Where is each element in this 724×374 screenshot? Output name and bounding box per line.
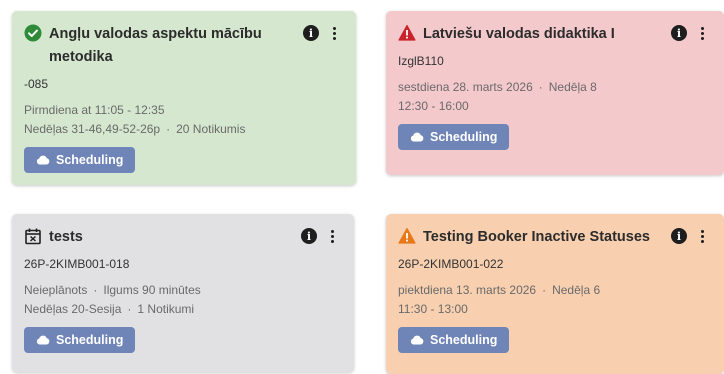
course-card[interactable]: Latviešu valodas didaktika I i IzglB110 … [386, 11, 724, 175]
card-header: Latviešu valodas didaktika I i [398, 23, 712, 46]
scheduling-button[interactable]: Scheduling [398, 327, 510, 353]
schedule-time: 11:30 - 13:00 [398, 302, 468, 316]
separator: · [93, 283, 98, 297]
warning-triangle-icon [398, 24, 416, 42]
schedule-weeks: Nedēļas 20-Sesija · 1 Notikumi [24, 300, 342, 319]
weeks-text: Nedēļas 20-Sesija [24, 302, 122, 316]
events-count: 1 Notikumi [137, 302, 195, 316]
date-text: sestdiena 28. marts 2026 [398, 80, 533, 94]
course-card[interactable]: Testing Booker Inactive Statuses i 26P-2… [386, 214, 724, 374]
events-count: 20 Notikumis [176, 122, 246, 136]
card-title[interactable]: Latviešu valodas didaktika I [423, 23, 615, 46]
info-icon[interactable]: i [671, 228, 687, 244]
course-card[interactable]: tests i 26P-2KIMB001-018 Neieplānots · Ilg… [12, 214, 354, 372]
scheduling-button-label: Scheduling [56, 333, 124, 347]
cloud-icon [36, 155, 50, 165]
course-code: IzglB110 [398, 54, 444, 68]
warning-triangle-icon [398, 227, 416, 245]
weeks-text: Nedēļas 31-46,49-52-26p [24, 122, 161, 136]
course-card[interactable]: Angļu valodas aspektu mācību metodika i … [12, 11, 356, 185]
info-icon[interactable]: i [301, 228, 317, 244]
separator: · [538, 80, 543, 94]
check-circle-icon [24, 24, 42, 42]
week-text: Nedēļa 8 [548, 80, 597, 94]
scheduling-button[interactable]: Scheduling [24, 327, 136, 353]
scheduling-button-label: Scheduling [430, 333, 498, 347]
more-options-icon[interactable] [699, 26, 706, 40]
card-title[interactable]: Testing Booker Inactive Statuses [423, 226, 650, 249]
separator: · [542, 283, 547, 297]
schedule-status: Neieplānots · Ilgums 90 minūtes [24, 281, 342, 300]
course-code: 26P-2KIMB001-018 [24, 257, 130, 271]
card-header: Angļu valodas aspektu mācību metodika i [24, 23, 344, 69]
course-code: 26P-2KIMB001-022 [398, 257, 504, 271]
duration-text: Ilgums 90 minūtes [103, 283, 201, 297]
info-icon[interactable]: i [671, 25, 687, 41]
week-text: Nedēļa 6 [552, 283, 601, 297]
scheduling-button[interactable]: Scheduling [24, 147, 136, 173]
separator: · [166, 122, 171, 136]
card-title[interactable]: Angļu valodas aspektu mācību metodika [49, 23, 290, 69]
more-options-icon[interactable] [329, 229, 336, 243]
course-code: -085 [24, 77, 49, 91]
cloud-icon [410, 335, 424, 345]
date-text: piektdiena 13. marts 2026 [398, 283, 537, 297]
scheduling-button[interactable]: Scheduling [398, 124, 510, 150]
scheduling-button-label: Scheduling [56, 153, 124, 167]
more-options-icon[interactable] [699, 229, 706, 243]
card-header: tests i [24, 226, 342, 249]
schedule-time: 12:30 - 16:00 [398, 99, 469, 113]
more-options-icon[interactable] [331, 26, 338, 40]
schedule-date: sestdiena 28. marts 2026 · Nedēļa 8 [398, 78, 712, 97]
card-title[interactable]: tests [49, 226, 83, 249]
cloud-icon [410, 132, 424, 142]
info-icon[interactable]: i [303, 25, 319, 41]
card-header: Testing Booker Inactive Statuses i [398, 226, 712, 249]
schedule-time: Pirmdiena at 11:05 - 12:35 [24, 103, 165, 117]
separator: · [127, 302, 132, 316]
schedule-date: piektdiena 13. marts 2026 · Nedēļa 6 [398, 281, 712, 300]
scheduling-button-label: Scheduling [430, 130, 498, 144]
calendar-x-icon [24, 227, 42, 245]
cloud-icon [36, 335, 50, 345]
schedule-weeks: Nedēļas 31-46,49-52-26p · 20 Notikumis [24, 120, 344, 139]
status-text: Neieplānots [24, 283, 88, 297]
